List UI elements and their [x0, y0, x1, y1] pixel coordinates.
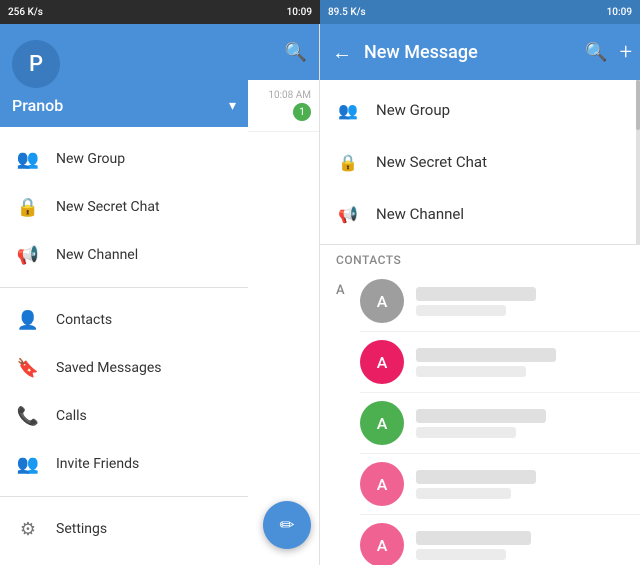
group-icon: 👥	[16, 147, 40, 171]
add-icon[interactable]: +	[620, 40, 632, 65]
contact-group-a: A A A	[320, 271, 640, 565]
megaphone-icon: 📢	[16, 243, 40, 267]
avatar: A	[360, 462, 404, 506]
pencil-icon: ✏	[279, 515, 294, 536]
contact-sub	[416, 549, 506, 560]
contact-sub	[416, 488, 511, 499]
back-button[interactable]: ←	[328, 36, 356, 69]
drawer-main-section: 👤 Contacts 🔖 Saved Messages 📞 Calls 👥 In…	[0, 296, 248, 497]
drawer-item-label: Settings	[56, 521, 107, 537]
contact-item[interactable]: A	[360, 271, 640, 332]
chat-list-item[interactable]: 10:08 AM 1	[248, 80, 319, 132]
drawer-menu: 👥 New Group 🔒 New Secret Chat 📢 New Chan…	[0, 127, 248, 565]
new-group-label: New Group	[376, 101, 450, 119]
new-secret-chat-label: New Secret Chat	[376, 153, 487, 171]
drawer-item-new-group[interactable]: 👥 New Group	[0, 135, 248, 183]
drawer-header: P Pranob ▾	[0, 24, 248, 127]
lock-icon: 🔒	[336, 150, 360, 174]
status-speed-left: 256 K/s	[8, 7, 43, 18]
contact-item[interactable]: A	[360, 454, 640, 515]
status-bar: 256 K/s 10:09 89.5 K/s 10:09	[0, 0, 640, 24]
new-group-item[interactable]: 👥 New Group	[320, 84, 640, 136]
new-message-header: ← New Message 🔍 +	[320, 24, 640, 80]
drawer-quick-section: 👥 New Group 🔒 New Secret Chat 📢 New Chan…	[0, 135, 248, 288]
drawer-item-label: New Secret Chat	[56, 199, 160, 215]
avatar: A	[360, 340, 404, 384]
new-channel-item[interactable]: 📢 New Channel	[320, 188, 640, 240]
drawer-item-contacts[interactable]: 👤 Contacts	[0, 296, 248, 344]
chat-list-panel: 🔍 10:08 AM 1 ✏	[248, 24, 320, 565]
contact-list: A A A	[360, 271, 640, 565]
contact-info	[416, 531, 624, 560]
phone-icon: 📞	[16, 404, 40, 428]
contacts-header: CONTACTS	[320, 245, 640, 271]
contact-info	[416, 287, 624, 316]
contact-name	[416, 409, 546, 423]
megaphone-icon: 📢	[336, 202, 360, 226]
status-time-left: 10:09	[287, 7, 312, 18]
search-icon[interactable]: 🔍	[585, 42, 607, 63]
invite-icon: 👥	[16, 452, 40, 476]
drawer-item-label: New Group	[56, 151, 125, 167]
drawer-item-invite-friends[interactable]: 👥 Invite Friends	[0, 440, 248, 488]
drawer-item-label: New Channel	[56, 247, 138, 263]
contact-name	[416, 531, 531, 545]
contact-item[interactable]: A	[360, 393, 640, 454]
status-time-right: 10:09	[607, 7, 632, 18]
bookmark-icon: 🔖	[16, 356, 40, 380]
avatar: A	[360, 401, 404, 445]
new-channel-label: New Channel	[376, 205, 464, 223]
contact-sub	[416, 366, 526, 377]
status-speed-right: 89.5 K/s	[328, 7, 366, 18]
lock-icon: 🔒	[16, 195, 40, 219]
drawer-username: Pranob	[12, 96, 63, 115]
drawer-item-label: Calls	[56, 408, 87, 424]
drawer-bottom-section: ⚙ Settings ❓ Telegram FAQ	[0, 505, 248, 565]
contact-info	[416, 348, 624, 377]
drawer-item-saved-messages[interactable]: 🔖 Saved Messages	[0, 344, 248, 392]
avatar: P	[12, 40, 60, 88]
contacts-section: CONTACTS A A A	[320, 245, 640, 565]
chevron-down-icon[interactable]: ▾	[229, 98, 236, 114]
contact-item[interactable]: A	[360, 515, 640, 565]
avatar: A	[360, 523, 404, 565]
contact-name	[416, 470, 536, 484]
header-icons: 🔍 +	[585, 40, 632, 65]
contact-name	[416, 348, 556, 362]
contact-letter: A	[320, 271, 360, 565]
compose-fab[interactable]: ✏	[263, 501, 311, 549]
new-secret-chat-item[interactable]: 🔒 New Secret Chat	[320, 136, 640, 188]
group-icon: 👥	[336, 98, 360, 122]
contact-sub	[416, 427, 516, 438]
contact-sub	[416, 305, 506, 316]
contact-name	[416, 287, 536, 301]
drawer-item-label: Saved Messages	[56, 360, 162, 376]
chat-list-header: 🔍	[248, 24, 319, 80]
drawer-item-new-channel[interactable]: 📢 New Channel	[0, 231, 248, 279]
drawer-item-label: Contacts	[56, 312, 112, 328]
new-message-quick-actions: 👥 New Group 🔒 New Secret Chat 📢 New Chan…	[320, 80, 640, 245]
settings-icon: ⚙	[16, 517, 40, 541]
drawer-item-calls[interactable]: 📞 Calls	[0, 392, 248, 440]
new-message-panel: ← New Message 🔍 + 👥 New Group 🔒 New Secr…	[320, 24, 640, 565]
drawer-item-new-secret-chat[interactable]: 🔒 New Secret Chat	[0, 183, 248, 231]
status-bar-left: 256 K/s 10:09	[0, 0, 320, 24]
contact-icon: 👤	[16, 308, 40, 332]
avatar: A	[360, 279, 404, 323]
contact-info	[416, 470, 624, 499]
drawer-item-faq[interactable]: ❓ Telegram FAQ	[0, 553, 248, 565]
status-bar-right: 89.5 K/s 10:09	[320, 0, 640, 24]
drawer: P Pranob ▾ 👥 New Group 🔒 New Secret Chat…	[0, 24, 248, 565]
chat-time: 10:08 AM	[268, 90, 311, 101]
page-title: New Message	[364, 42, 577, 63]
contact-item[interactable]: A	[360, 332, 640, 393]
drawer-item-label: Invite Friends	[56, 456, 139, 472]
search-icon[interactable]: 🔍	[285, 42, 307, 63]
drawer-item-settings[interactable]: ⚙ Settings	[0, 505, 248, 553]
unread-badge: 1	[293, 103, 311, 121]
contact-info	[416, 409, 624, 438]
